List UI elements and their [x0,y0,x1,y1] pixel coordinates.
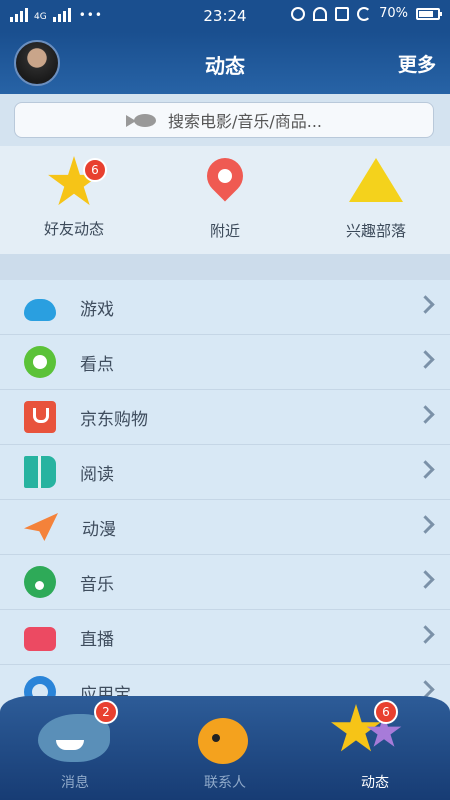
quick-nearby[interactable]: 附近 [165,150,285,241]
fish-icon [198,718,248,764]
chevron-right-icon [416,515,435,534]
status-bar: 4G ••• 23:24 70% [0,0,450,32]
battery-icon [416,7,442,20]
qzone-star-icon: 6 [47,156,107,210]
anglerfish-icon [125,111,160,129]
status-icons: 70% [291,6,442,21]
eye-icon [24,346,56,378]
menu-item-music[interactable]: 音乐 [0,555,450,610]
page-title: 动态 [205,54,245,78]
more-button[interactable]: 更多 [398,50,436,77]
feed-badge: 6 [374,700,398,724]
menu-item-games[interactable]: 游戏 [0,280,450,335]
moon-icon [357,6,372,21]
section-divider [0,254,450,280]
quick-label-nearby: 附近 [209,222,240,240]
search-area: 搜索电影/音乐/商品... [0,94,450,146]
quick-label-interest-tribe: 兴趣部落 [345,222,406,240]
gamepad-icon [24,298,56,321]
feature-list: 游戏 看点 京东购物 阅读 动漫 音乐 直播 应用宝 [0,280,450,720]
friends-feed-badge: 6 [83,158,107,182]
tab-label: 联系人 [204,775,246,791]
menu-label: 动漫 [82,519,116,540]
menu-item-anime[interactable]: 动漫 [0,500,450,555]
quick-label-friends-feed: 好友动态 [43,220,104,238]
video-camera-icon [24,627,56,651]
menu-label: 看点 [80,354,114,375]
quick-actions: 6 好友动态 附近 兴趣部落 [0,146,450,254]
messages-badge: 2 [94,700,118,724]
tab-contacts[interactable]: 联系人 [150,696,300,800]
location-pin-icon [198,150,252,212]
paper-plane-icon [24,513,58,541]
top-bar: 动态 更多 [0,32,450,94]
chevron-right-icon [416,295,435,314]
mute-icon [335,6,350,21]
book-icon [24,456,56,488]
location-status-icon [291,6,306,21]
quick-friends-feed[interactable]: 6 好友动态 [14,156,134,239]
tent-icon [349,158,403,212]
tab-label: 消息 [61,775,89,791]
chevron-right-icon [416,405,435,424]
menu-item-kandian[interactable]: 看点 [0,335,450,390]
search-bar[interactable]: 搜索电影/音乐/商品... [14,102,434,138]
chevron-right-icon [416,625,435,644]
chevron-right-icon [416,570,435,589]
menu-label: 直播 [80,629,114,650]
menu-item-reading[interactable]: 阅读 [0,445,450,500]
bottom-tab-bar: 2 消息 联系人 6 动态 [0,696,450,800]
tab-messages[interactable]: 2 消息 [0,696,150,800]
menu-label: 阅读 [80,464,114,485]
chevron-right-icon [416,350,435,369]
menu-label: 音乐 [80,574,114,595]
battery-percent: 70% [379,6,408,21]
chevron-right-icon [416,460,435,479]
tab-feed[interactable]: 6 动态 [300,696,450,800]
menu-label: 游戏 [80,299,114,320]
shopping-bag-icon [24,401,56,433]
headset-icon [313,6,328,21]
menu-label: 京东购物 [80,409,148,430]
music-note-icon [24,566,56,598]
quick-interest-tribe[interactable]: 兴趣部落 [316,156,436,241]
search-placeholder: 搜索电影/音乐/商品... [167,112,323,131]
menu-item-live[interactable]: 直播 [0,610,450,665]
tab-label: 动态 [361,775,389,791]
menu-item-jd-shopping[interactable]: 京东购物 [0,390,450,445]
